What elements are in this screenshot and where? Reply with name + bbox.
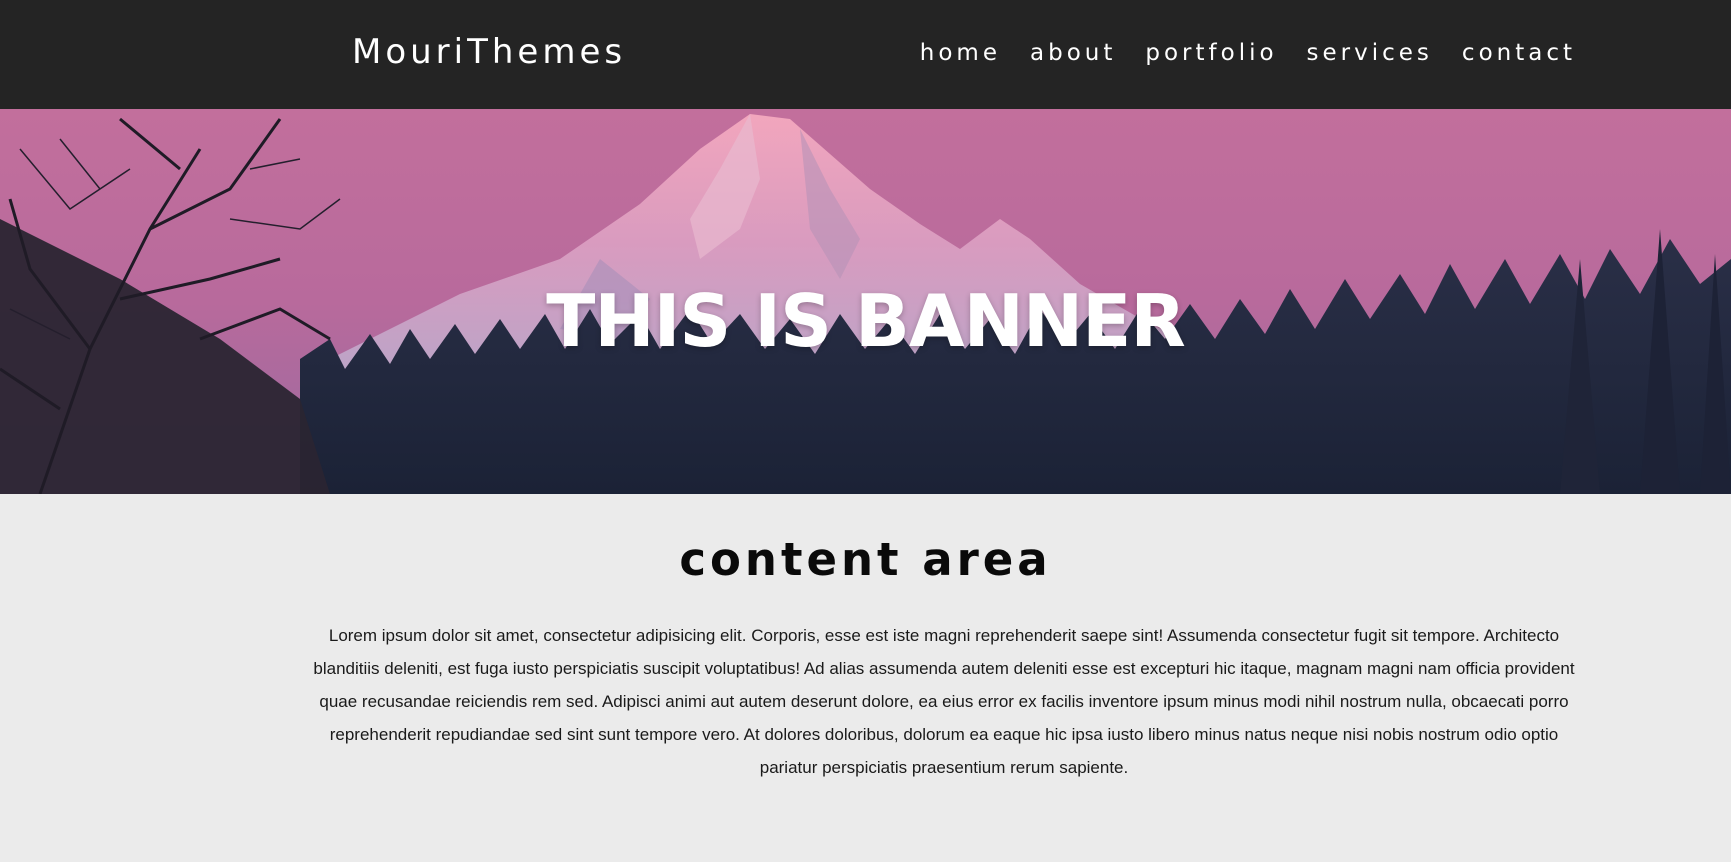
- nav-link-home[interactable]: home: [920, 36, 1001, 70]
- nav-link-portfolio[interactable]: portfolio: [1145, 36, 1277, 70]
- banner-heading: THIS IS BANNER: [546, 279, 1186, 363]
- hero-banner: THIS IS BANNER: [0, 109, 1731, 494]
- content-heading: content area: [679, 533, 1052, 586]
- content-paragraph: Lorem ipsum dolor sit amet, consectetur …: [313, 626, 1575, 777]
- site-header: MouriThemes home about portfolio service…: [0, 0, 1731, 109]
- site-logo[interactable]: MouriThemes: [352, 30, 626, 74]
- main-nav: home about portfolio services contact: [920, 36, 1576, 70]
- content-area: content area Lorem ipsum dolor sit amet,…: [0, 494, 1731, 862]
- nav-link-services[interactable]: services: [1307, 36, 1433, 70]
- nav-link-about[interactable]: about: [1030, 36, 1116, 70]
- nav-link-contact[interactable]: contact: [1462, 36, 1576, 70]
